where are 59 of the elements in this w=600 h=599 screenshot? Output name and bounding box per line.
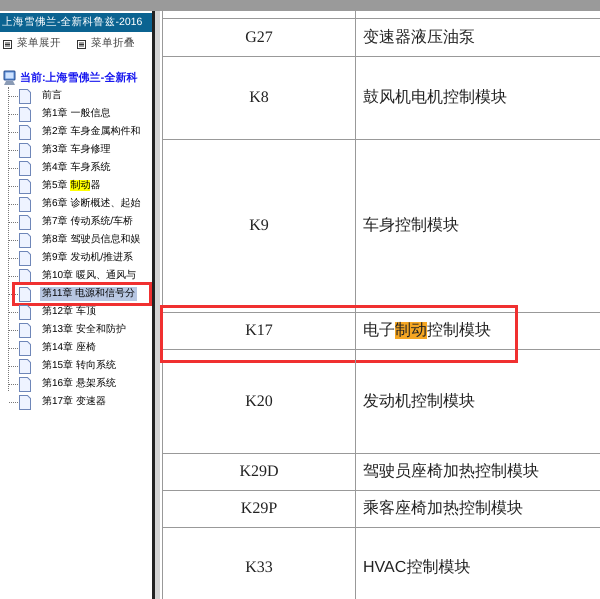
tree-item[interactable]: 第5章 制动器	[40, 179, 102, 193]
menu-button[interactable]: 菜单展开	[3, 36, 61, 52]
tree-item[interactable]: 第6章 诊断概述、起始	[40, 197, 142, 211]
tree-item[interactable]: 第3章 车身修理	[40, 143, 112, 157]
tree-item[interactable]: 第14章 座椅	[40, 341, 98, 355]
document-icon	[19, 322, 31, 338]
table-cell-text: HVAC控制模块	[363, 558, 470, 578]
document-icon	[19, 196, 31, 212]
table-cell-text: 变速器液压油泵	[363, 28, 475, 48]
tree-item[interactable]: 第13章 安全和防护	[40, 323, 128, 337]
document-icon	[19, 88, 31, 104]
tree-item[interactable]: 第12章 车顶	[40, 305, 98, 319]
tree-item[interactable]: 第11章 电源和信号分	[40, 287, 138, 301]
table-cell-text: K8	[249, 88, 269, 108]
tree-item[interactable]: 第4章 车身系统	[40, 161, 112, 175]
document-icon	[19, 358, 31, 374]
document-icon	[19, 250, 31, 266]
tree-item[interactable]: 第9章 发动机/推进系	[40, 251, 136, 265]
document-icon	[19, 376, 31, 392]
list-icon	[77, 40, 86, 48]
tree-item[interactable]: 第16章 悬架系统	[40, 377, 118, 391]
document-icon	[19, 106, 31, 122]
table-cell-text: 驾驶员座椅加热控制模块	[363, 462, 539, 482]
tree-item[interactable]: 第2章 车身金属构件和	[40, 125, 142, 139]
document-icon	[19, 160, 31, 176]
table-cell-text: 车身控制模块	[363, 216, 459, 236]
document-icon	[19, 214, 31, 230]
table-cell-text: K20	[245, 392, 273, 412]
document-icon	[19, 286, 31, 302]
document-icon	[19, 124, 31, 140]
tree-root-label[interactable]: 当前:上海雪佛兰-全新科	[20, 70, 138, 86]
tree-item[interactable]: 第10章 暖风、通风与	[40, 269, 138, 283]
table-cell-text: K29P	[240, 499, 278, 519]
tree-item[interactable]: 第8章 驾驶员信息和娱	[40, 233, 142, 247]
list-icon	[3, 40, 12, 48]
sidebar-title: 上海雪佛兰-全新科鲁兹-2016	[0, 13, 152, 32]
tree-item[interactable]: 前言	[40, 89, 64, 103]
tree-item[interactable]: 第1章 一般信息	[40, 107, 112, 121]
table-cell-text: K29D	[239, 462, 279, 482]
table-cell-text: 电子制动控制模块	[363, 320, 491, 341]
table-cell-text: K9	[249, 216, 269, 236]
document-icon	[19, 268, 31, 284]
document-icon	[19, 304, 31, 320]
document-icon	[19, 340, 31, 356]
table-cell-text: K33	[245, 558, 273, 578]
document-icon	[19, 142, 31, 158]
tree-item[interactable]: 第17章 变速器	[40, 395, 108, 409]
menu-button[interactable]: 菜单折叠	[77, 36, 135, 52]
document-icon	[19, 232, 31, 248]
table-cell-text: 鼓风机电机控制模块	[363, 88, 507, 108]
table-cell-text: 乘客座椅加热控制模块	[363, 498, 523, 519]
document-icon	[19, 178, 31, 194]
computer-icon	[3, 70, 17, 86]
tree-item[interactable]: 第7章 传动系统/车桥	[40, 215, 136, 229]
document-icon	[19, 394, 31, 410]
tree-item[interactable]: 第15章 转向系统	[40, 359, 118, 373]
table-cell-text: K17	[245, 321, 273, 341]
table-cell-text: 发动机控制模块	[363, 392, 475, 412]
table-cell-text: G27	[245, 28, 273, 48]
